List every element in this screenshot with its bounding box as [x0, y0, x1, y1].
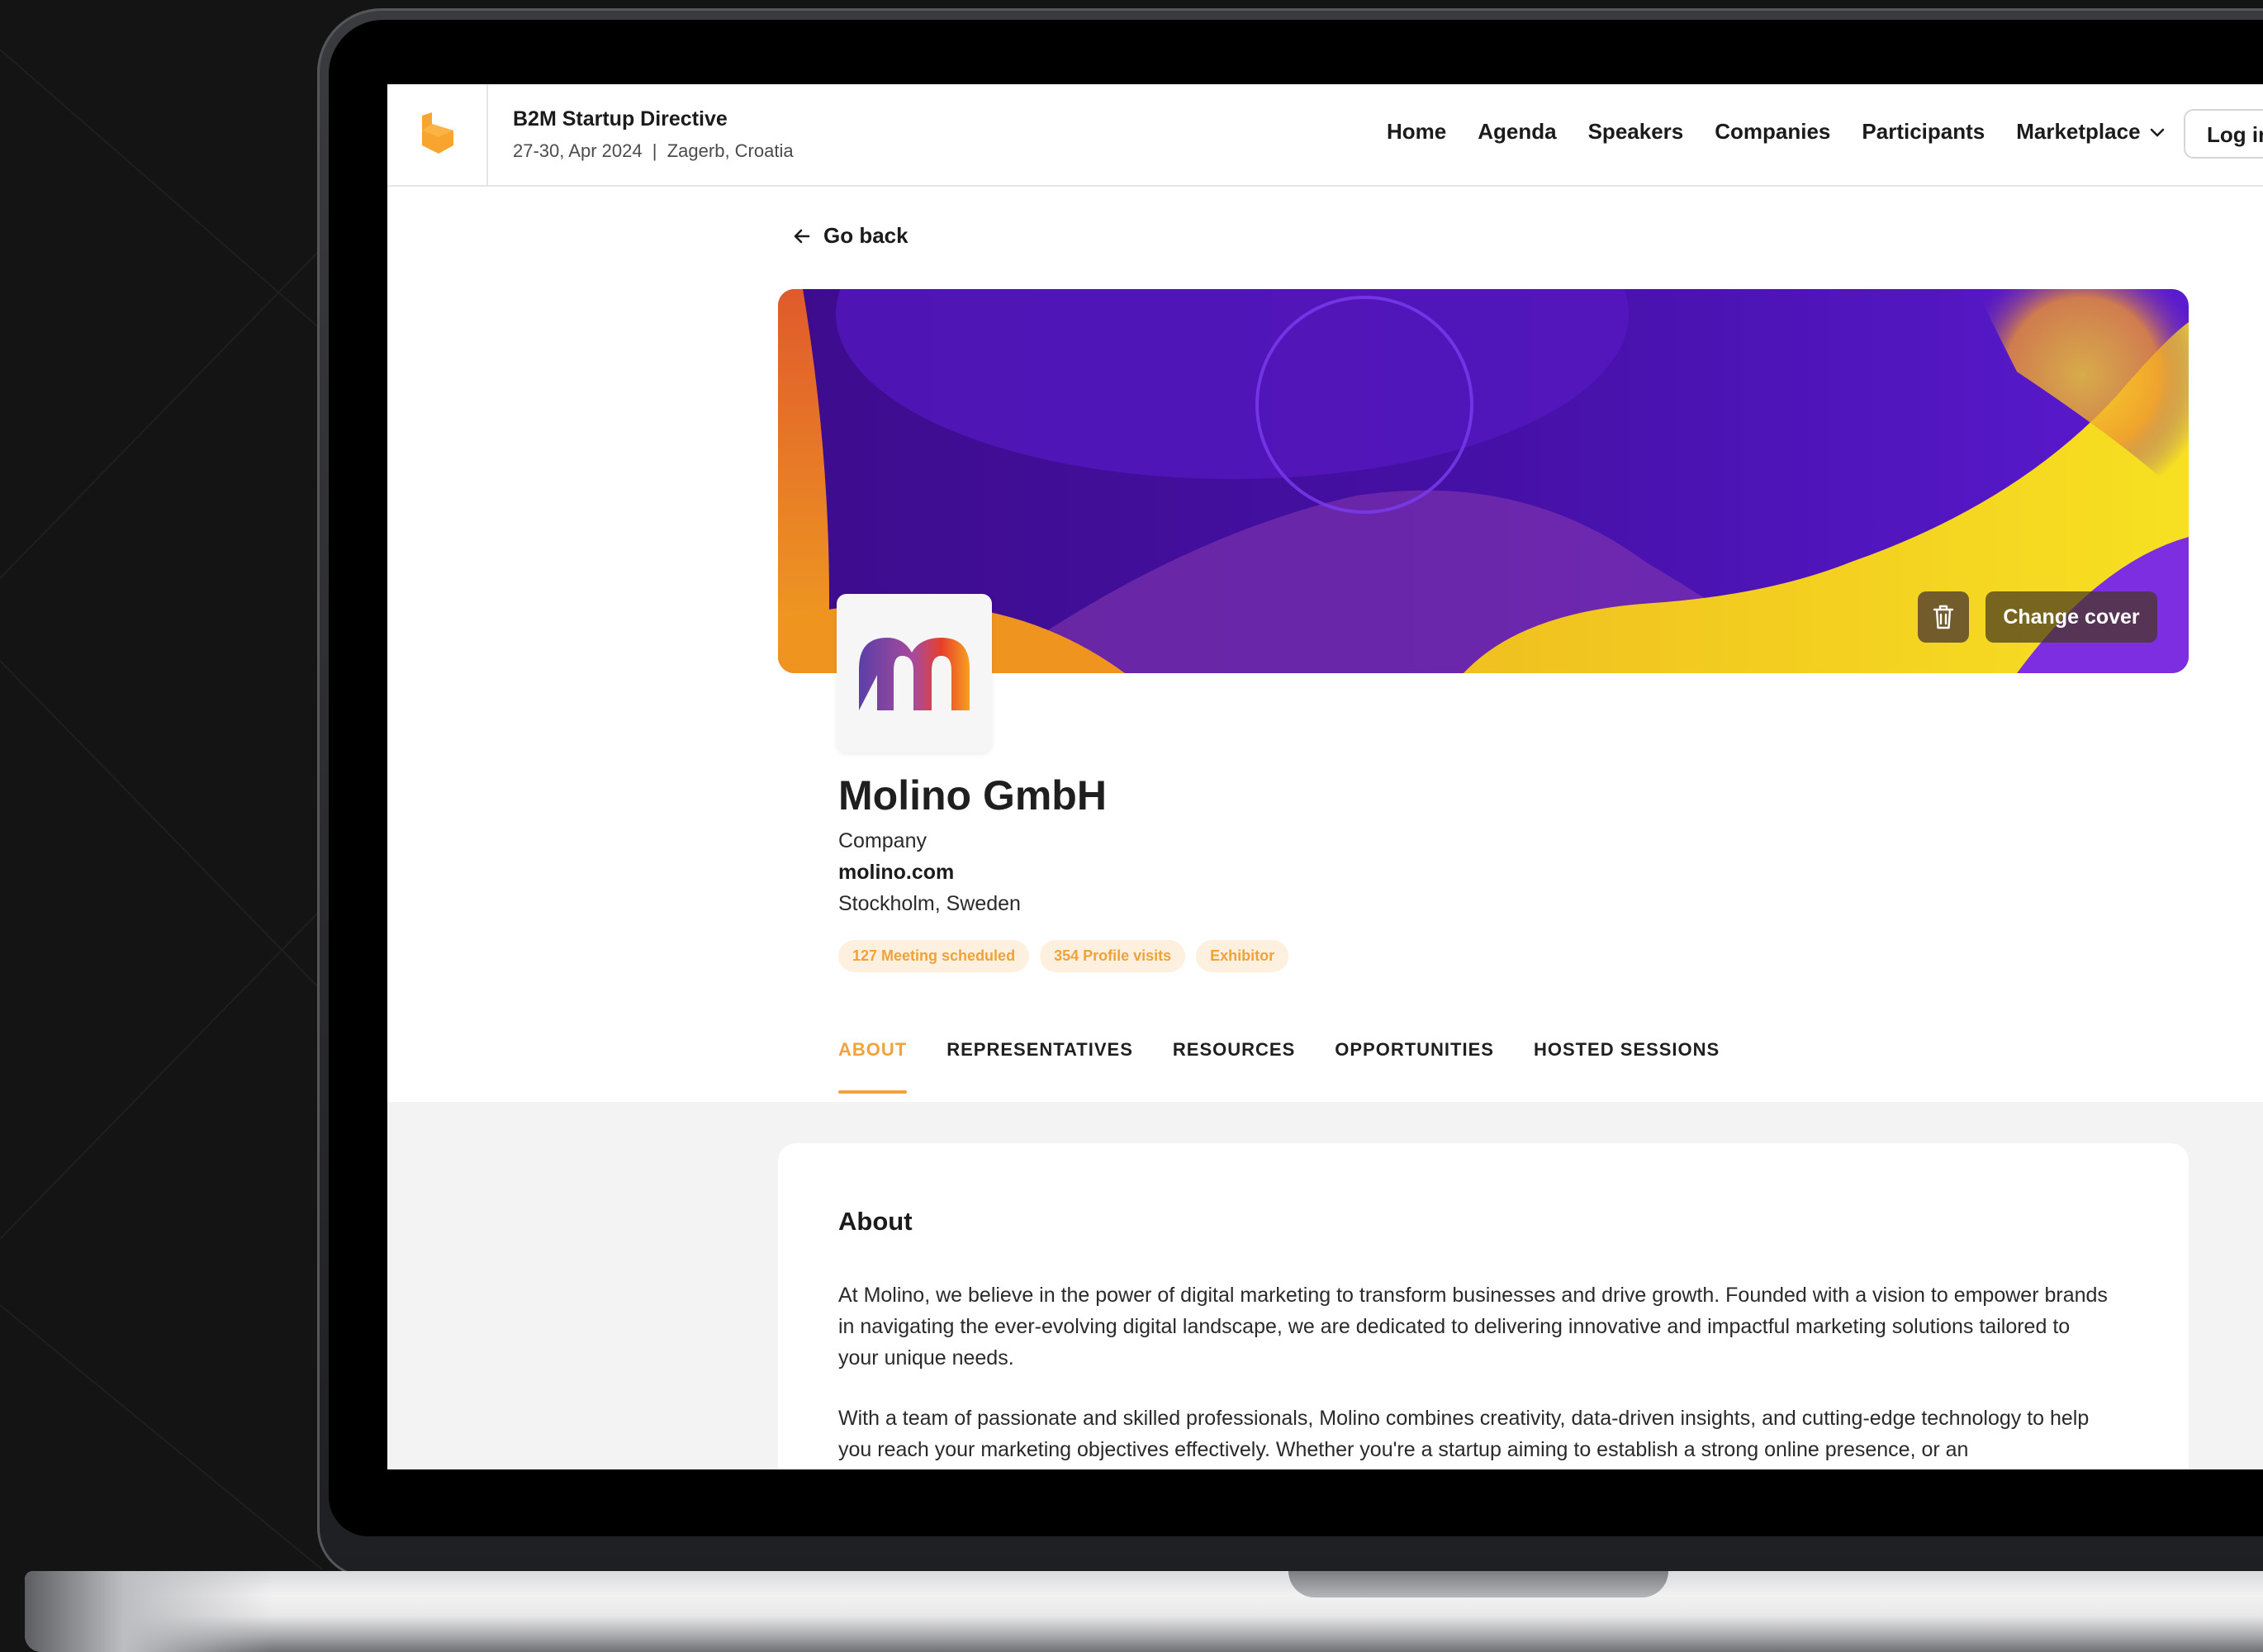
- company-website-link[interactable]: molino.com: [838, 861, 954, 885]
- event-subtitle: 27-30, Apr 2024 | Zagerb, Croatia: [513, 140, 794, 161]
- company-type: Company: [838, 829, 927, 852]
- company-logo: [837, 594, 992, 752]
- nav-agenda[interactable]: Agenda: [1478, 119, 1556, 145]
- about-paragraph-1: At Molino, we believe in the power of di…: [838, 1284, 2108, 1370]
- tab-resources[interactable]: RESOURCES: [1173, 1039, 1295, 1094]
- company-stats-tags: 127 Meeting scheduled 354 Profile visits…: [838, 940, 1289, 972]
- go-back-link[interactable]: Go back: [792, 223, 909, 249]
- go-back-label: Go back: [823, 223, 909, 248]
- company-name: Molino GmbH: [838, 772, 1107, 819]
- logo-cell[interactable]: [387, 84, 488, 185]
- exhibitor-badge: Exhibitor: [1196, 940, 1289, 972]
- main-nav: Home Agenda Speakers Companies Participa…: [1387, 119, 2166, 145]
- nav-home[interactable]: Home: [1387, 119, 1446, 145]
- profile-visits-badge: 354 Profile visits: [1040, 940, 1186, 972]
- meetings-badge: 127 Meeting scheduled: [838, 940, 1030, 972]
- arrow-left-icon: [794, 229, 810, 243]
- tab-opportunities[interactable]: OPPORTUNITIES: [1335, 1039, 1494, 1094]
- nav-marketplace[interactable]: Marketplace: [2016, 119, 2165, 145]
- event-title: B2M Startup Directive: [513, 107, 728, 131]
- tab-hosted-sessions[interactable]: HOSTED SESSIONS: [1534, 1039, 1720, 1094]
- chevron-down-icon: [2150, 128, 2164, 137]
- nav-participants[interactable]: Participants: [1862, 119, 1985, 145]
- nav-companies[interactable]: Companies: [1715, 119, 1830, 145]
- login-button[interactable]: Log in: [2184, 109, 2263, 159]
- molino-m-logo: [859, 638, 970, 710]
- tab-representatives[interactable]: REPRESENTATIVES: [946, 1039, 1133, 1094]
- about-card: About At Molino, we believe in the power…: [778, 1143, 2189, 1469]
- laptop-notch: [1288, 1571, 1668, 1597]
- tab-about[interactable]: ABOUT: [838, 1039, 908, 1094]
- nav-marketplace-label: Marketplace: [2016, 119, 2141, 144]
- trash-icon: [1933, 605, 1954, 629]
- laptop-base: [25, 1571, 2263, 1652]
- laptop-base-edge: [25, 1571, 273, 1652]
- about-paragraph-2: With a team of passionate and skilled pr…: [838, 1407, 2090, 1461]
- top-header: B2M Startup Directive 27-30, Apr 2024 | …: [387, 84, 2263, 187]
- delete-cover-button[interactable]: [1918, 591, 1969, 643]
- hexagon-logo-icon: [422, 112, 453, 154]
- about-title: About: [838, 1207, 913, 1236]
- laptop-screen: B2M Startup Directive 27-30, Apr 2024 | …: [387, 84, 2263, 1469]
- company-location: Stockholm, Sweden: [838, 892, 1021, 915]
- change-cover-button[interactable]: Change cover: [1985, 591, 2157, 643]
- profile-tabs: ABOUT REPRESENTATIVES RESOURCES OPPORTUN…: [838, 1039, 1720, 1094]
- nav-speakers[interactable]: Speakers: [1588, 119, 1684, 145]
